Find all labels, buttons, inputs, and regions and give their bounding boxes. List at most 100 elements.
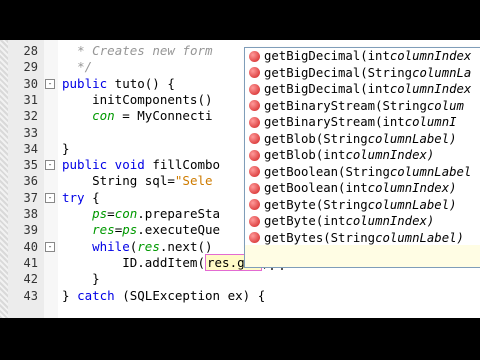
code-text[interactable]: res=ps.executeQue (62, 222, 220, 238)
code-token: public void (62, 157, 145, 173)
autocomplete-list[interactable]: getBigDecimal(int columnIndex getBigDecim… (245, 48, 480, 246)
code-token: } (62, 271, 100, 287)
param-name: colum (426, 98, 464, 113)
line-number: 28 (23, 44, 38, 58)
code-text[interactable]: } (62, 271, 100, 287)
open-paren: ( (360, 82, 368, 97)
param-type: int (382, 115, 405, 130)
autocomplete-item[interactable]: getBlob(String columnLabel) (245, 131, 480, 148)
code-token: { (84, 189, 100, 205)
autocomplete-item[interactable]: getByte(int columnIndex) (245, 213, 480, 230)
method-icon (249, 83, 260, 95)
code-text[interactable]: } catch (SQLException ex) { (62, 288, 265, 304)
code-text[interactable]: } (62, 141, 70, 157)
param-name: columnLabel) (375, 230, 464, 245)
param-name: columnIndex) (345, 214, 435, 229)
autocomplete-item[interactable]: getBinaryStream(int columnI (245, 114, 480, 131)
autocomplete-item[interactable]: getBigDecimal(String columnLa (245, 65, 480, 82)
method-name: getBytes (264, 230, 324, 245)
autocomplete-popup[interactable]: getBigDecimal(int columnIndex getBigDecim… (244, 47, 480, 247)
line-number: 29 (23, 60, 38, 75)
code-text[interactable]: initComponents() (62, 91, 213, 108)
line-number: 36 (23, 174, 38, 189)
code-token: while (92, 238, 130, 254)
code-token: .next() (159, 238, 213, 254)
code-token: res (137, 238, 160, 254)
code-line[interactable]: 42 } (0, 271, 480, 287)
fold-toggle-icon[interactable]: - (45, 241, 55, 252)
line-number: 39 (23, 223, 38, 238)
line-number: 43 (23, 288, 38, 303)
code-token: = MyConnecti (114, 108, 213, 124)
method-icon (249, 166, 260, 178)
code-token: } (62, 287, 78, 303)
code-token: .executeQue (137, 222, 221, 238)
method-icon (249, 182, 260, 194)
open-paren: ( (338, 181, 346, 196)
code-text[interactable]: try { (62, 190, 100, 206)
code-text[interactable]: */ (62, 59, 92, 75)
line-number: 38 (23, 207, 38, 221)
param-name: columnIndex (389, 82, 472, 97)
autocomplete-item[interactable]: getBigDecimal(int columnIndex (245, 48, 480, 65)
param-type: String (323, 197, 368, 212)
open-paren: ( (315, 131, 324, 146)
code-text[interactable]: while(res.next() (62, 238, 213, 255)
autocomplete-item[interactable]: getBlob(int columnIndex) (245, 147, 480, 164)
method-icon (249, 232, 260, 244)
method-icon (249, 199, 260, 211)
code-token: */ (77, 59, 93, 75)
param-type: String (382, 98, 427, 113)
code-text[interactable]: * Creates new form (62, 43, 220, 59)
param-name: columnLabel) (367, 131, 457, 146)
code-text[interactable]: ps=con.prepareSta (62, 206, 220, 222)
line-number: 40 (23, 239, 38, 254)
code-token: ID.addItem( (62, 254, 205, 270)
param-name: columnIndex) (367, 181, 457, 196)
open-paren: ( (315, 148, 324, 163)
code-line[interactable]: 43 } catch (SQLException ex) { (0, 288, 480, 304)
code-token: res (92, 222, 115, 238)
code-token: (SQLException ex) { (114, 287, 266, 303)
param-name: columnIndex) (345, 148, 435, 163)
code-token: initComponents() (62, 91, 213, 107)
autocomplete-doc-strip (244, 245, 480, 268)
autocomplete-item[interactable]: getBytes(String columnLabel) (245, 230, 480, 247)
open-paren: ( (315, 197, 324, 212)
method-name: getBigDecimal (264, 49, 361, 64)
param-type: String (345, 164, 390, 179)
code-text[interactable]: public tuto() { (62, 76, 175, 92)
fold-toggle-icon[interactable]: - (45, 192, 55, 203)
method-name: getBoolean (264, 164, 339, 179)
code-text[interactable]: con = MyConnecti (62, 108, 213, 124)
code-token: "Sele (174, 173, 213, 189)
line-number: 34 (23, 141, 38, 156)
param-type: int (367, 49, 390, 64)
code-text[interactable]: public void fillCombo (62, 157, 220, 173)
code-text[interactable]: String sql="Sele (62, 173, 213, 189)
code-token: fillCombo (144, 157, 221, 173)
autocomplete-item[interactable]: getBoolean(String columnLabel (245, 164, 480, 181)
method-icon (249, 67, 260, 79)
fold-toggle-icon[interactable]: - (45, 160, 55, 171)
code-token: = (107, 206, 115, 221)
autocomplete-item[interactable]: getByte(String columnLabel) (245, 197, 480, 214)
autocomplete-item[interactable]: getBigDecimal(int columnIndex (245, 81, 480, 98)
autocomplete-item[interactable]: getBinaryStream(String colum (245, 98, 480, 115)
letterbox-top (0, 0, 480, 40)
param-name: columnLabel (389, 164, 472, 179)
open-paren: ( (323, 230, 331, 245)
autocomplete-item[interactable]: getBoolean(int columnIndex) (245, 180, 480, 197)
param-type: int (345, 181, 368, 196)
fold-toggle-icon[interactable]: - (45, 78, 55, 89)
code-token: con (92, 108, 115, 124)
method-name: getBinaryStream (264, 115, 376, 130)
code-token: ps (122, 222, 138, 238)
open-paren: ( (360, 65, 368, 80)
code-token: String sql= (62, 173, 175, 189)
